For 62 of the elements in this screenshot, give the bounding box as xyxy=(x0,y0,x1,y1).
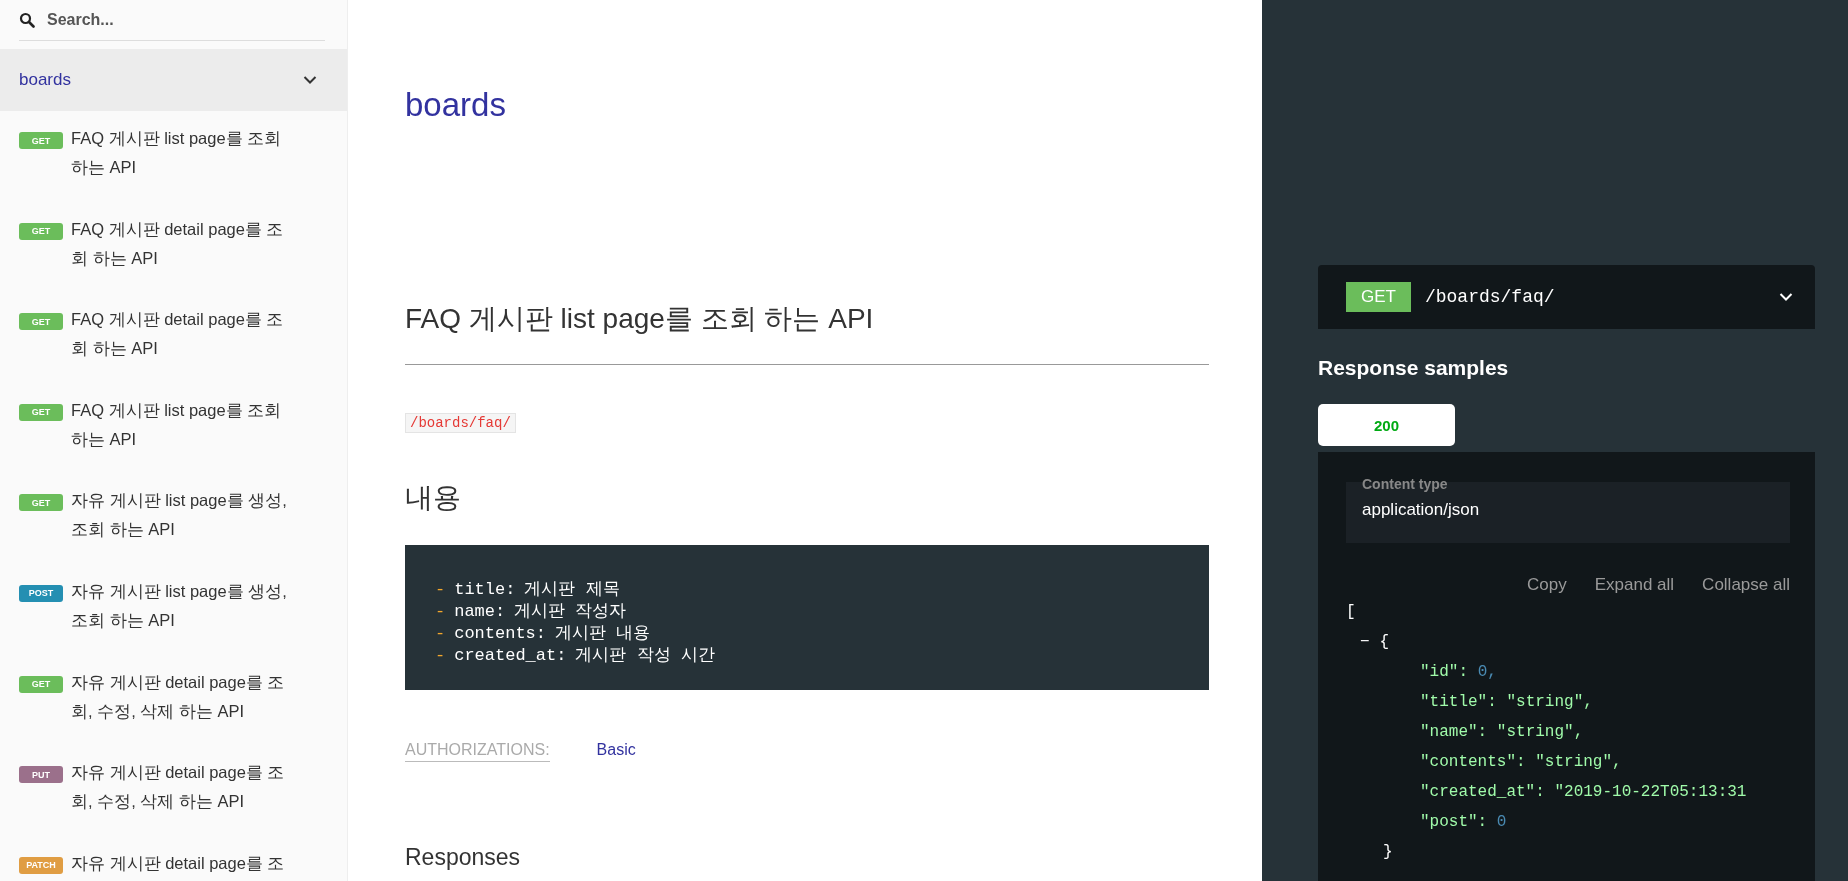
list-dash: - xyxy=(435,623,446,645)
content-type-label: Content type xyxy=(1362,476,1449,492)
json-line: "contents": "string", xyxy=(1420,753,1622,771)
list-dash: - xyxy=(435,579,446,601)
panel-heading: Response samples xyxy=(1318,356,1510,380)
json-line: "title": "string", xyxy=(1420,693,1593,711)
sidebar-group[interactable]: boards xyxy=(0,49,347,111)
json-line: "id": 0, xyxy=(1420,663,1497,681)
sidebar-item[interactable]: GET 자유 게시판 list page를 생성, 조회 하는 API xyxy=(0,491,347,582)
json-line: "name": "string", xyxy=(1420,723,1584,741)
sidebar-item[interactable]: GET 자유 게시판 detail page를 조회, 수정, 삭제 하는 API xyxy=(0,672,347,764)
field-name: name: xyxy=(454,601,506,623)
action-button[interactable]: Expand all xyxy=(1594,575,1675,595)
operation-title: FAQ 게시판 list page를 조회 하는 API xyxy=(405,302,875,336)
sidebar-item[interactable]: POST 자유 게시판 list page를 생성, 조회 하는 API xyxy=(0,581,347,673)
method-badge: GET xyxy=(19,313,63,331)
method-badge: POST xyxy=(19,584,63,602)
method-badge: GET xyxy=(19,132,63,149)
json-bracket: { xyxy=(1379,632,1390,653)
endpoint-path: /boards/faq/ xyxy=(405,413,516,433)
field-name: contents: xyxy=(454,623,547,645)
endpoint-path: /boards/faq/ xyxy=(1424,287,1556,307)
json-bracket: [ xyxy=(1346,603,1356,621)
field-description: 게시판 작성 시간 xyxy=(575,645,715,667)
sidebar-item[interactable]: GET FAQ 게시판 list page를 조회 하는 API xyxy=(0,400,347,492)
method-badge: GET xyxy=(19,494,63,512)
chevron-icon xyxy=(1779,292,1793,302)
json-line: "created_at": "2019-10-22T05:13:31 xyxy=(1420,783,1747,801)
sidebar-item[interactable]: PATCH 자유 게시판 detail page를 조 xyxy=(0,853,347,881)
field-name: title: xyxy=(454,579,516,601)
endpoint-bar[interactable]: GET /boards/faq/ xyxy=(1318,265,1815,329)
method-badge: PATCH xyxy=(19,856,63,874)
collapse-toggle[interactable]: − xyxy=(1360,627,1370,657)
sidebar-item[interactable]: PUT 자유 게시판 detail page를 조회, 수정, 삭제 하는 API xyxy=(0,763,347,854)
content-type-value: application/json xyxy=(1362,500,1481,520)
action-button[interactable]: Collapse all xyxy=(1702,575,1790,595)
method-badge: GET xyxy=(19,675,63,693)
sidebar-item[interactable]: GET FAQ 게시판 detail page를 조회 하는 API xyxy=(0,310,347,401)
method-badge: GET xyxy=(19,403,63,421)
field-description: 게시판 작성자 xyxy=(514,601,627,623)
sidebar-item[interactable]: GET FAQ 게시판 detail page를 조회 하는 API xyxy=(0,219,347,311)
method-badge: PUT xyxy=(19,766,63,784)
description-heading: 내용 xyxy=(405,481,462,515)
search-icon xyxy=(19,12,35,28)
json-bracket: } xyxy=(1383,843,1393,861)
field-name: created_at: xyxy=(454,645,567,667)
authorization-link[interactable]: Basic xyxy=(596,741,636,762)
action-button[interactable]: Copy xyxy=(1527,575,1567,595)
method-badge: GET xyxy=(1346,282,1411,312)
list-dash: - xyxy=(435,645,446,667)
authorizations-label: AUTHORIZATIONS: xyxy=(405,741,550,762)
sidebar-item[interactable]: GET FAQ 게시판 list page를 조회 하는 API xyxy=(0,129,347,220)
method-badge: GET xyxy=(19,222,63,240)
search-field[interactable]: Search... xyxy=(45,10,249,30)
group-label: boards xyxy=(19,70,71,90)
field-description: 게시판 내용 xyxy=(555,623,651,645)
responses-heading: Responses xyxy=(405,844,522,871)
field-description: 게시판 제목 xyxy=(524,579,620,601)
json-line: "post": 0 xyxy=(1420,813,1507,831)
section-title: boards xyxy=(405,86,507,124)
list-dash: - xyxy=(435,601,446,623)
chevron-icon xyxy=(303,75,317,85)
